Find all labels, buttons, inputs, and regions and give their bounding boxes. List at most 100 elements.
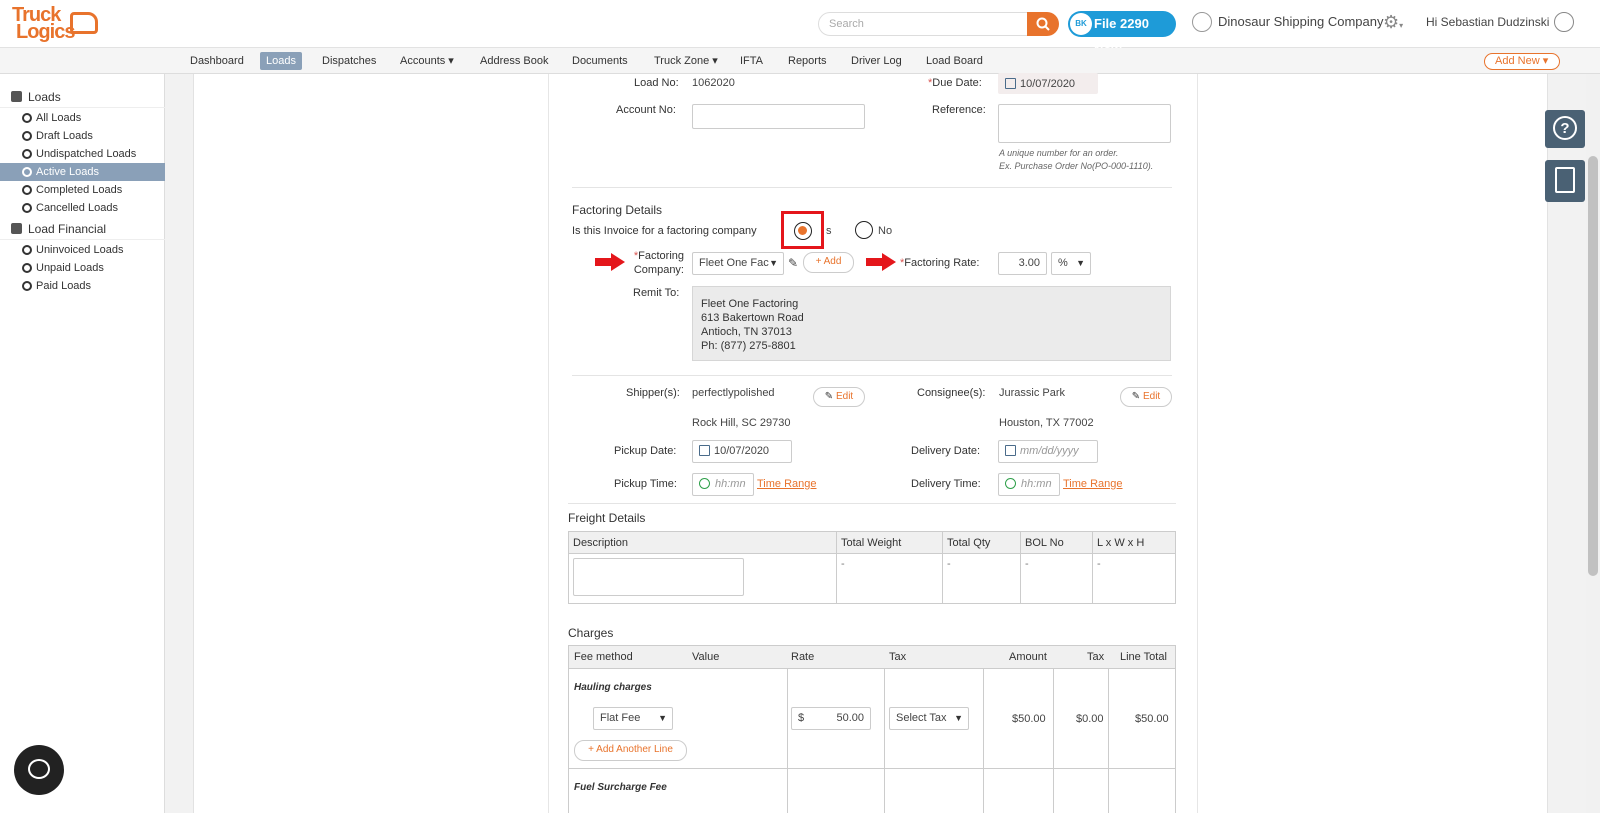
nav-accounts[interactable]: Accounts ▾	[394, 52, 460, 70]
col-total-weight: Total Weight	[836, 531, 943, 554]
calendar-icon	[1005, 445, 1016, 456]
freight-table: Description Total Weight Total Qty BOL N…	[568, 531, 1176, 604]
reference-hint: A unique number for an order. Ex. Purchas…	[999, 148, 1154, 171]
box-icon	[11, 91, 22, 102]
sidebar-heading-loads[interactable]: Loads	[0, 86, 165, 108]
add-factoring-company-button[interactable]: + Add	[803, 252, 854, 273]
factoring-yes-label: s	[826, 225, 832, 237]
radio-dot-icon	[22, 263, 32, 273]
freight-header-row: Description Total Weight Total Qty BOL N…	[568, 531, 1176, 554]
consignee-label: Consignee(s):	[917, 387, 986, 399]
factoring-rate-unit-select[interactable]: % ▼	[1051, 252, 1091, 275]
activity-log-button[interactable]	[1545, 160, 1585, 202]
top-header: Truck Logics Search BK File 2290 Now Din…	[0, 0, 1600, 57]
divider	[1053, 669, 1054, 813]
nav-ifta[interactable]: IFTA	[734, 52, 769, 70]
sidebar-item-uninvoiced-loads[interactable]: Uninvoiced Loads	[0, 241, 165, 259]
highlight-box	[781, 211, 824, 249]
sidebar-item-completed-loads[interactable]: Completed Loads	[0, 181, 165, 199]
reference-input[interactable]	[998, 104, 1171, 143]
load-no-label: Load No:	[634, 77, 679, 89]
account-no-input[interactable]	[692, 104, 865, 129]
delivery-time-range-link[interactable]: Time Range	[1063, 478, 1123, 490]
sidebar-item-active-loads[interactable]: Active Loads	[0, 163, 165, 181]
rate-input[interactable]: $50.00	[791, 707, 871, 730]
sidebar-item-label: Completed Loads	[36, 184, 123, 196]
nav-truck-zone[interactable]: Truck Zone ▾	[648, 52, 724, 70]
shipper-name: perfectlypolished	[692, 387, 775, 399]
factoring-no-radio[interactable]	[855, 221, 873, 239]
nav-load-board[interactable]: Load Board	[920, 52, 989, 70]
divider	[568, 503, 1176, 504]
sidebar-item-label: Undispatched Loads	[36, 148, 137, 160]
shipper-city: Rock Hill, SC 29730	[692, 417, 791, 429]
fuel-surcharge-title: Fuel Surcharge Fee	[574, 782, 667, 793]
divider	[572, 375, 1172, 376]
nav-dashboard[interactable]: Dashboard	[184, 52, 250, 70]
scrollbar-thumb[interactable]	[1588, 156, 1598, 576]
truck-icon	[70, 12, 98, 34]
sidebar-item-undispatched-loads[interactable]: Undispatched Loads	[0, 145, 165, 163]
divider	[572, 187, 1172, 188]
nav-dispatches[interactable]: Dispatches	[316, 52, 382, 70]
pickup-time-input[interactable]: hh:mn	[692, 473, 754, 496]
radio-dot-icon	[22, 203, 32, 213]
pickup-date-input[interactable]: 10/07/2020	[692, 440, 792, 463]
red-arrow-icon	[866, 253, 896, 271]
col-value: Value	[692, 651, 720, 663]
help-button[interactable]: ?	[1545, 110, 1585, 148]
company-switcher[interactable]: Dinosaur Shipping Company	[1192, 12, 1383, 32]
nav-reports[interactable]: Reports	[782, 52, 833, 70]
user-avatar-icon[interactable]	[1554, 12, 1574, 32]
chat-widget-button[interactable]	[14, 745, 64, 795]
radio-dot-icon	[22, 167, 32, 177]
delivery-date-input[interactable]: mm/dd/yyyy	[998, 440, 1098, 463]
nav-documents[interactable]: Documents	[566, 52, 634, 70]
consignee-name: Jurassic Park	[999, 387, 1066, 399]
gear-icon[interactable]: ⚙▾	[1383, 12, 1403, 33]
file-2290-button[interactable]: BK File 2290 Now	[1068, 11, 1176, 57]
sidebar-item-draft-loads[interactable]: Draft Loads	[0, 127, 165, 145]
search-button[interactable]	[1027, 12, 1059, 36]
tax-select[interactable]: Select Tax ▼	[889, 707, 969, 730]
document-clock-icon	[1555, 167, 1575, 193]
consignee-city: Houston, TX 77002	[999, 417, 1094, 429]
sidebar-item-all-loads[interactable]: All Loads	[0, 109, 165, 127]
calendar-icon	[1005, 78, 1016, 89]
table-row: - - - -	[568, 553, 1176, 604]
edit-consignee-button[interactable]: ✎ Edit	[1120, 387, 1172, 407]
edit-shipper-button[interactable]: ✎ Edit	[813, 387, 865, 407]
nav-address-book[interactable]: Address Book	[474, 52, 554, 70]
add-another-line-button[interactable]: + Add Another Line	[574, 740, 687, 761]
nav-loads[interactable]: Loads	[260, 52, 302, 70]
description-textarea[interactable]	[573, 558, 744, 596]
sidebar-item-unpaid-loads[interactable]: Unpaid Loads	[0, 259, 165, 277]
question-icon: ?	[1553, 116, 1577, 140]
add-new-button[interactable]: Add New ▾	[1484, 53, 1560, 70]
due-date-field[interactable]: 10/07/2020	[998, 73, 1098, 94]
sidebar-item-paid-loads[interactable]: Paid Loads	[0, 277, 165, 295]
charges-title: Charges	[568, 626, 614, 640]
calendar-icon	[699, 445, 710, 456]
radio-dot-icon	[22, 245, 32, 255]
weight-cell: -	[836, 553, 943, 604]
radio-dot-icon	[22, 281, 32, 291]
sidebar-heading-label: Loads	[28, 90, 61, 104]
trucklogics-logo[interactable]: Truck Logics	[10, 4, 98, 44]
sidebar-item-cancelled-loads[interactable]: Cancelled Loads	[0, 199, 165, 217]
nav-driver-log[interactable]: Driver Log	[845, 52, 908, 70]
factoring-company-select[interactable]: Fleet One Fac ▼	[692, 252, 784, 275]
factoring-rate-input[interactable]: 3.00	[998, 252, 1047, 275]
divider	[787, 669, 788, 813]
pickup-time-range-link[interactable]: Time Range	[757, 478, 817, 490]
col-total-qty: Total Qty	[942, 531, 1021, 554]
pencil-icon[interactable]: ✎	[788, 256, 798, 270]
fee-method-select[interactable]: Flat Fee ▼	[593, 707, 673, 730]
page-scrollbar[interactable]	[1586, 74, 1600, 813]
search-input[interactable]: Search	[818, 12, 1028, 36]
sidebar-item-label: Unpaid Loads	[36, 262, 104, 274]
sidebar-heading-load-financial[interactable]: Load Financial	[0, 218, 165, 240]
delivery-time-input[interactable]: hh:mn	[998, 473, 1060, 496]
user-greeting[interactable]: Hi Sebastian Dudzinski	[1426, 15, 1549, 29]
col-fee-method: Fee method	[574, 651, 633, 663]
